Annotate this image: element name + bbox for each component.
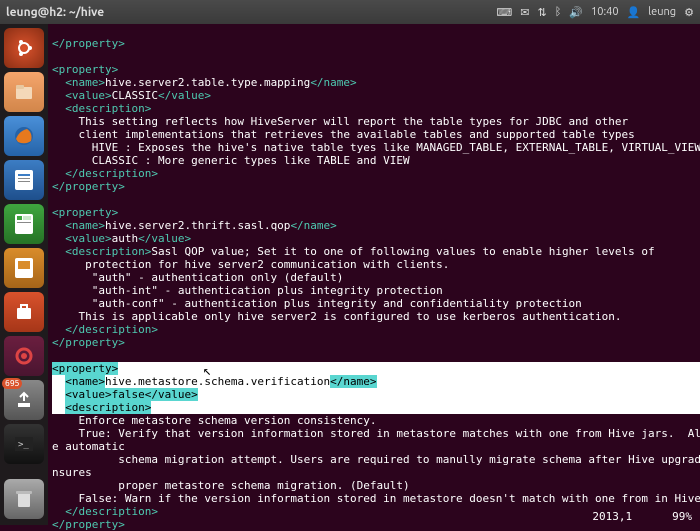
vim-status-line: 2013,1 99% [48, 510, 700, 523]
xml-tag-selected: <property> [52, 362, 118, 375]
xml-tag: </property> [52, 180, 125, 193]
xml-text: protection for hive server2 communicatio… [52, 258, 449, 271]
network-icon[interactable]: ⇅ [538, 6, 547, 19]
xml-text: e automatic [52, 440, 125, 453]
xml-tag: <value> [65, 89, 111, 102]
indicator-area: ⌨ ✉ ⇅ ᛒ 🔊 10:40 👤 leung ⚙ [496, 6, 694, 19]
settings-icon[interactable] [4, 336, 44, 376]
window-titlebar: leung@h2: ~/hive ⌨ ✉ ⇅ ᛒ 🔊 10:40 👤 leung… [0, 0, 700, 24]
xml-text: "auth-conf" - authentication plus integr… [52, 297, 582, 310]
xml-text: CLASSIC : More generic types like TABLE … [52, 154, 410, 167]
xml-tag: <name> [65, 219, 105, 232]
xml-text: HIVE : Exposes the hive's native table t… [52, 141, 700, 154]
xml-text: "auth" - authentication only (default) [52, 271, 343, 284]
xml-tag-selected: <name> [65, 375, 105, 388]
xml-tag: </name> [310, 76, 356, 89]
xml-tag: <name> [65, 76, 105, 89]
software-center-icon[interactable] [4, 292, 44, 332]
writer-icon[interactable] [4, 160, 44, 200]
xml-text: This setting reflects how HiveServer wil… [52, 115, 628, 128]
trash-icon[interactable] [4, 479, 44, 519]
xml-tag-selected: </value> [145, 388, 198, 401]
xml-tag: <description> [65, 245, 151, 258]
xml-text: Sasl QOP value; Set it to one of followi… [151, 245, 654, 258]
xml-text: auth [112, 232, 139, 245]
xml-text: nsures [52, 466, 92, 479]
firefox-icon[interactable] [4, 116, 44, 156]
xml-text: hive.server2.thrift.sasl.qop [105, 219, 290, 232]
xml-tag: </name> [290, 219, 336, 232]
xml-text-selected: hive.metastore.schema.verification [105, 375, 330, 388]
unity-launcher: >_ [0, 24, 48, 525]
bluetooth-icon[interactable]: ᛒ [555, 6, 562, 18]
xml-tag: <value> [65, 232, 111, 245]
cursor-position: 2013,1 [56, 510, 632, 523]
user-icon[interactable]: 👤 [627, 6, 641, 19]
update-manager-icon[interactable] [4, 380, 44, 420]
window-title: leung@h2: ~/hive [6, 6, 496, 19]
mail-icon[interactable]: ✉ [520, 6, 529, 19]
xml-tag: </property> [52, 37, 125, 50]
xml-text: schema migration attempt. Users are requ… [52, 453, 700, 466]
xml-tag-selected: <value> [65, 388, 111, 401]
impress-icon[interactable] [4, 248, 44, 288]
keyboard-icon[interactable]: ⌨ [496, 6, 512, 19]
gear-icon[interactable]: ⚙ [684, 6, 694, 19]
user-label[interactable]: leung [648, 6, 676, 18]
xml-text-selected: false [112, 388, 145, 401]
xml-tag: </property> [52, 336, 125, 349]
xml-text: hive.server2.table.type.mapping [105, 76, 310, 89]
xml-tag: </description> [65, 323, 158, 336]
dash-icon[interactable] [4, 28, 44, 68]
xml-tag: <property> [52, 63, 118, 76]
clock[interactable]: 10:40 [591, 6, 619, 18]
xml-text: "auth-int" - authentication plus integri… [52, 284, 443, 297]
xml-text: CLASSIC [112, 89, 158, 102]
xml-tag: </description> [65, 167, 158, 180]
xml-tag: <property> [52, 206, 118, 219]
xml-tag: <description> [65, 102, 151, 115]
xml-text: False: Warn if the version information s… [52, 492, 700, 505]
terminal-content[interactable]: </property> <property> <name>hive.server… [48, 24, 700, 525]
files-icon[interactable] [4, 72, 44, 112]
terminal-icon[interactable]: >_ [4, 424, 44, 464]
svg-text:>_: >_ [18, 440, 29, 450]
scroll-percent: 99% [672, 510, 692, 523]
xml-tag: </value> [158, 89, 211, 102]
calc-icon[interactable] [4, 204, 44, 244]
xml-text: This is applicable only hive server2 is … [52, 310, 622, 323]
xml-tag-selected: </name> [330, 375, 376, 388]
xml-text: proper metastore schema migration. (Defa… [52, 479, 410, 492]
xml-tag-selected: <description> [65, 401, 151, 414]
xml-text: True: Verify that version information st… [52, 427, 700, 440]
xml-tag: </value> [138, 232, 191, 245]
volume-icon[interactable]: 🔊 [569, 6, 583, 19]
xml-text: client implementations that retrieves th… [52, 128, 635, 141]
xml-text: Enforce metastore schema version consist… [52, 414, 377, 427]
